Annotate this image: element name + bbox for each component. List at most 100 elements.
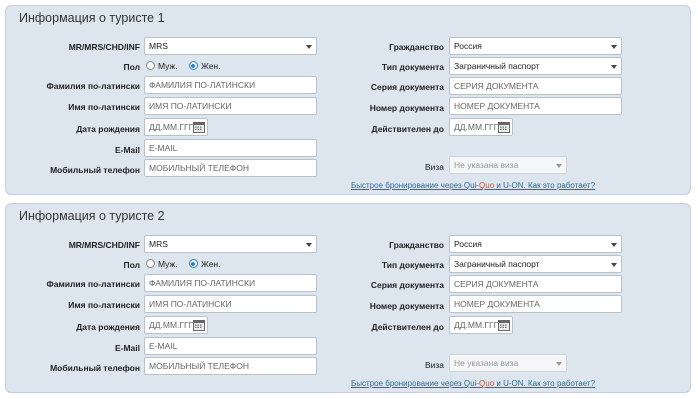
doc-series-label: Серия документа (370, 82, 444, 92)
visa-value: Не указана виза (454, 358, 519, 368)
calendar-icon[interactable] (498, 121, 510, 133)
valid-until-label: Действителен до (371, 322, 444, 332)
gender-label: Пол (123, 260, 141, 270)
doc-type-select[interactable]: Заграничный паспорт (449, 255, 622, 273)
doc-type-value: Заграничный паспорт (454, 61, 540, 71)
valid-until-label: Действителен до (371, 124, 444, 134)
gender-female-option[interactable]: Жен. (188, 61, 221, 71)
chevron-down-icon (611, 45, 617, 49)
quick-booking-text: Быстрое бронирование через (351, 181, 464, 190)
gender-female-radio[interactable] (188, 259, 198, 268)
phone-input[interactable]: МОБИЛЬНЫЙ ТЕЛЕФОН (144, 159, 317, 177)
gender-male-label: Муж. (158, 61, 178, 71)
quick-booking-link[interactable]: Быстрое бронирование через Qui-Quo и U-O… (351, 181, 595, 190)
gender-male-option[interactable]: Муж. (146, 259, 178, 269)
quick-booking-how: и U-ON. Как это работает? (494, 379, 596, 388)
birth-date-label: Дата рождения (76, 322, 140, 332)
chevron-down-icon (556, 164, 562, 168)
birth-date-placeholder: ДД.ММ.ГГГГ (149, 122, 198, 132)
chevron-down-icon (611, 65, 617, 69)
tourist-panel-1: Информация о туристе 1 MR/MRS/CHD/INF MR… (5, 5, 691, 195)
last-name-input[interactable]: ФАМИЛИЯ ПО-ЛАТИНСКИ (144, 274, 317, 292)
birth-date-input[interactable]: ДД.ММ.ГГГГ (144, 316, 208, 334)
last-name-input[interactable]: ФАМИЛИЯ ПО-ЛАТИНСКИ (144, 76, 317, 94)
email-label: E-Mail (114, 343, 140, 353)
citizenship-label: Гражданство (389, 42, 444, 52)
chevron-down-icon (306, 45, 312, 49)
doc-series-label: Серия документа (370, 280, 444, 290)
phone-label: Мобильный телефон (50, 165, 140, 175)
title-code-label: MR/MRS/CHD/INF (68, 240, 140, 250)
gender-female-label: Жен. (200, 259, 221, 269)
doc-series-input[interactable]: СЕРИЯ ДОКУМЕНТА (449, 77, 622, 95)
valid-until-input[interactable]: ДД.ММ.ГГГГ (449, 316, 513, 334)
phone-input[interactable]: МОБИЛЬНЫЙ ТЕЛЕФОН (144, 357, 317, 375)
title-code-label: MR/MRS/CHD/INF (68, 42, 140, 52)
quick-booking-link[interactable]: Быстрое бронирование через Qui-Quo и U-O… (351, 379, 595, 388)
panel-title: Информация о туристе 2 (19, 209, 165, 223)
birth-date-placeholder: ДД.ММ.ГГГГ (149, 320, 198, 330)
visa-value: Не указана виза (454, 160, 519, 170)
tourist-panel-2: Информация о туристе 2 MR/MRS/CHD/INF MR… (5, 203, 691, 393)
citizenship-label: Гражданство (389, 240, 444, 250)
visa-label: Виза (424, 162, 444, 172)
quo-text: Quo (479, 181, 495, 190)
gender-female-option[interactable]: Жен. (188, 259, 221, 269)
quick-booking-how: и U-ON. Как это работает? (494, 181, 596, 190)
visa-select[interactable]: Не указана виза (449, 156, 567, 174)
first-name-label: Имя по-латински (68, 300, 140, 310)
gender-male-option[interactable]: Муж. (146, 61, 178, 71)
gender-male-radio[interactable] (146, 61, 155, 70)
last-name-label: Фамилия по-латински (46, 81, 140, 91)
citizenship-value: Россия (454, 239, 482, 249)
citizenship-value: Россия (454, 41, 482, 51)
chevron-down-icon (611, 243, 617, 247)
quick-booking-text: Быстрое бронирование через (351, 379, 464, 388)
valid-until-input[interactable]: ДД.ММ.ГГГГ (449, 118, 513, 136)
gender-label: Пол (123, 62, 141, 72)
phone-label: Мобильный телефон (50, 363, 140, 373)
title-code-select[interactable]: MRS (144, 37, 317, 55)
chevron-down-icon (611, 263, 617, 267)
first-name-input[interactable]: ИМЯ ПО-ЛАТИНСКИ (144, 97, 317, 115)
last-name-label: Фамилия по-латински (46, 279, 140, 289)
gender-male-radio[interactable] (146, 259, 155, 268)
doc-number-label: Номер документа (369, 103, 444, 113)
email-label: E-Mail (114, 145, 140, 155)
chevron-down-icon (306, 243, 312, 247)
calendar-icon[interactable] (498, 319, 510, 331)
doc-series-input[interactable]: СЕРИЯ ДОКУМЕНТА (449, 275, 622, 293)
doc-type-label: Тип документа (381, 260, 444, 270)
calendar-icon[interactable] (193, 121, 205, 133)
citizenship-select[interactable]: Россия (449, 235, 622, 253)
valid-until-placeholder: ДД.ММ.ГГГГ (454, 320, 503, 330)
valid-until-placeholder: ДД.ММ.ГГГГ (454, 122, 503, 132)
birth-date-input[interactable]: ДД.ММ.ГГГГ (144, 118, 208, 136)
gender-female-label: Жен. (200, 61, 221, 71)
quo-text: Quo (479, 379, 495, 388)
doc-number-input[interactable]: НОМЕР ДОКУМЕНТА (449, 97, 622, 115)
doc-number-label: Номер документа (369, 301, 444, 311)
chevron-down-icon (556, 362, 562, 366)
doc-type-label: Тип документа (381, 62, 444, 72)
qui-text: Qui- (463, 181, 480, 190)
title-code-value: MRS (149, 41, 168, 51)
gender-female-radio[interactable] (188, 61, 198, 70)
first-name-input[interactable]: ИМЯ ПО-ЛАТИНСКИ (144, 295, 317, 313)
qui-text: Qui- (463, 379, 480, 388)
gender-radio-group: Муж. Жен. (146, 61, 229, 71)
doc-type-select[interactable]: Заграничный паспорт (449, 57, 622, 75)
citizenship-select[interactable]: Россия (449, 37, 622, 55)
doc-number-input[interactable]: НОМЕР ДОКУМЕНТА (449, 295, 622, 313)
visa-select[interactable]: Не указана виза (449, 354, 567, 372)
calendar-icon[interactable] (193, 319, 205, 331)
gender-male-label: Муж. (158, 259, 178, 269)
first-name-label: Имя по-латински (68, 102, 140, 112)
title-code-select[interactable]: MRS (144, 235, 317, 253)
panel-title: Информация о туристе 1 (19, 11, 165, 25)
doc-type-value: Заграничный паспорт (454, 259, 540, 269)
gender-radio-group: Муж. Жен. (146, 259, 229, 269)
email-input[interactable]: E-MAIL (144, 337, 317, 355)
visa-label: Виза (424, 360, 444, 370)
email-input[interactable]: E-MAIL (144, 139, 317, 157)
